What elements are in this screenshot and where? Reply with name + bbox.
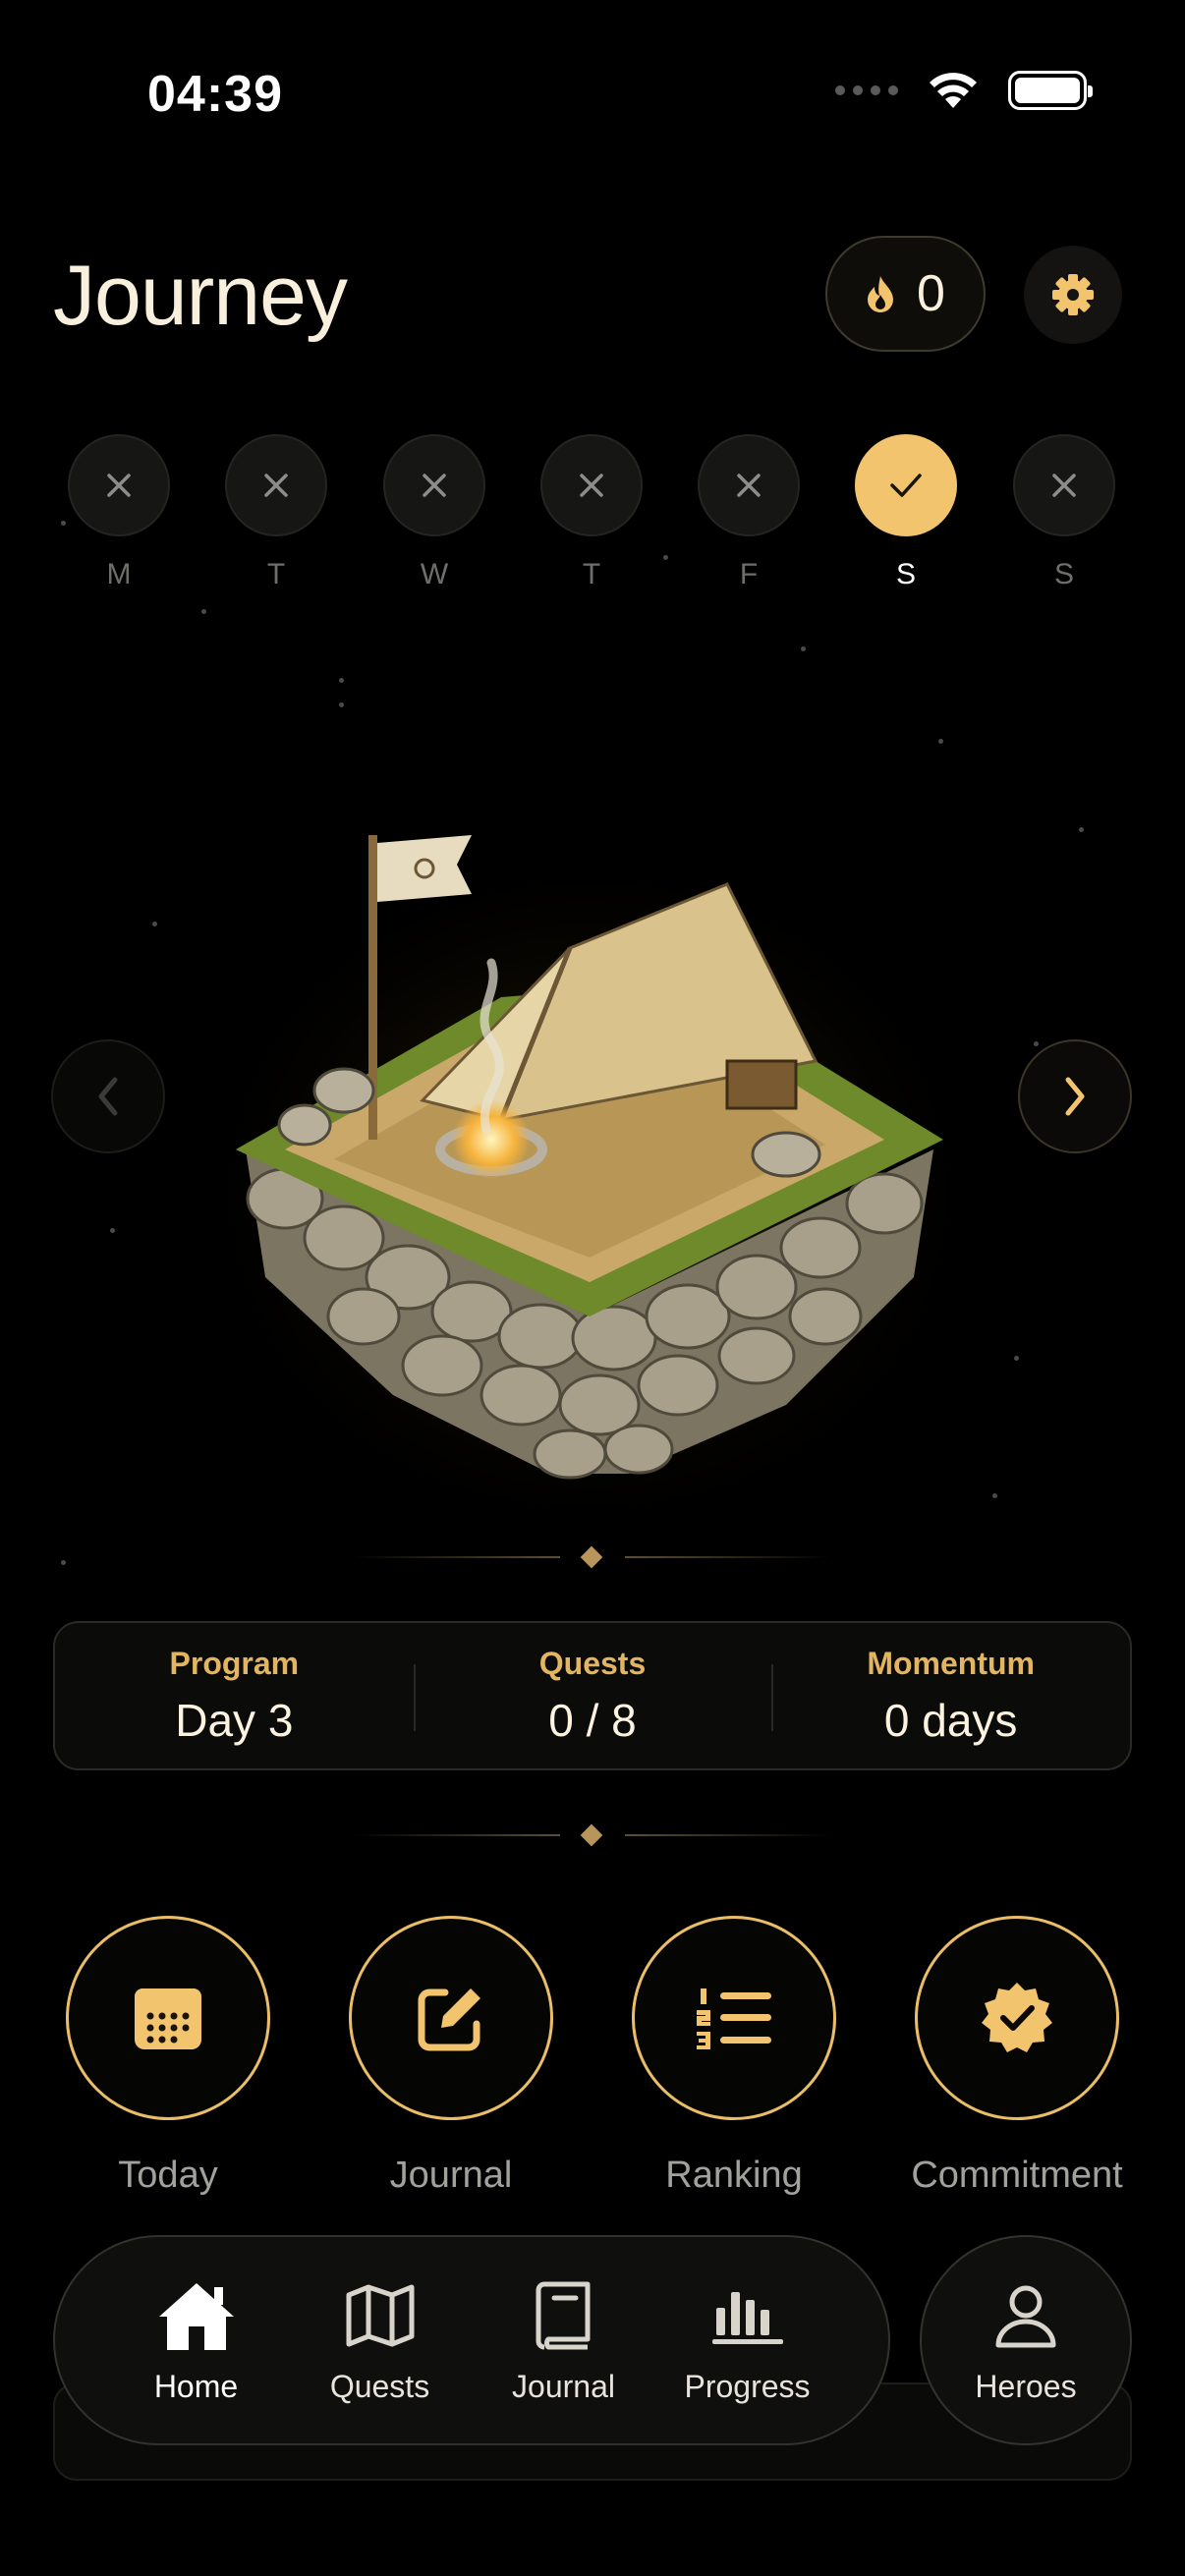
battery-icon: [1008, 71, 1093, 110]
day-status: [225, 434, 327, 536]
tab-quests[interactable]: Quests: [292, 2276, 469, 2405]
chevron-right-icon: [1065, 1077, 1085, 1116]
stats-panel: Program Day 3 Quests 0 / 8 Momentum 0 da…: [53, 1621, 1132, 1770]
page-title: Journey: [53, 249, 348, 343]
day-letter: T: [582, 558, 601, 590]
day-status: [540, 434, 643, 536]
day-monday[interactable]: M: [67, 434, 171, 591]
tab-journal[interactable]: Journal: [476, 2276, 652, 2405]
action-button[interactable]: [915, 1916, 1119, 2120]
action-journal[interactable]: Journal: [348, 1916, 554, 2197]
x-icon: [107, 474, 131, 497]
tab-label: Home: [153, 2368, 239, 2404]
day-thursday[interactable]: T: [539, 434, 644, 591]
stat-label: Quests: [538, 1645, 647, 1681]
stat-quests: Quests 0 / 8: [413, 1623, 772, 1768]
action-label: Journal: [389, 2155, 513, 2196]
action-label: Today: [118, 2155, 218, 2196]
x-icon: [1052, 474, 1076, 497]
stat-momentum: Momentum 0 days: [771, 1623, 1130, 1768]
action-today[interactable]: Today: [65, 1916, 271, 2197]
stat-value: 0 days: [883, 1694, 1018, 1746]
wifi-icon: [930, 73, 977, 108]
flame-icon: [868, 276, 894, 312]
day-letter: W: [420, 558, 449, 590]
tab-bar: Home Quests Journal Progress: [53, 2235, 890, 2445]
next-scene-button[interactable]: [1018, 1039, 1132, 1153]
x-icon: [737, 474, 761, 497]
verified-badge-icon: [982, 1983, 1052, 2052]
day-letter: S: [895, 558, 916, 590]
tab-label: Progress: [684, 2368, 811, 2404]
tab-label: Quests: [329, 2368, 430, 2404]
stat-value: Day 3: [175, 1694, 294, 1746]
action-ranking[interactable]: Ranking: [631, 1916, 837, 2197]
day-letter: T: [266, 558, 286, 590]
book-icon: [536, 2281, 590, 2349]
day-saturday[interactable]: S: [854, 434, 958, 591]
day-friday[interactable]: F: [697, 434, 801, 591]
action-button[interactable]: [66, 1916, 270, 2120]
day-letter: S: [1053, 558, 1074, 590]
tab-label: Journal: [512, 2368, 615, 2404]
tab-progress[interactable]: Progress: [659, 2276, 836, 2405]
day-status: [383, 434, 485, 536]
previous-scene-button[interactable]: [51, 1039, 165, 1153]
action-commitment[interactable]: Commitment: [911, 1916, 1123, 2197]
day-status: [698, 434, 800, 536]
action-label: Ranking: [665, 2155, 803, 2196]
status-time: 04:39: [147, 66, 283, 123]
person-icon: [995, 2285, 1056, 2347]
edit-icon: [418, 1988, 480, 2051]
status-icons: [835, 71, 1093, 110]
settings-button[interactable]: [1024, 246, 1122, 344]
x-icon: [580, 474, 603, 497]
day-status: [855, 434, 957, 536]
streak-pill[interactable]: 0: [825, 236, 986, 352]
tab-home[interactable]: Home: [108, 2276, 285, 2405]
action-button[interactable]: [632, 1916, 836, 2120]
day-letter: M: [106, 558, 132, 590]
x-icon: [423, 474, 446, 497]
stat-value: 0 / 8: [548, 1694, 637, 1746]
stat-label: Momentum: [867, 1645, 1035, 1681]
map-icon: [346, 2284, 414, 2346]
check-icon: [890, 474, 922, 497]
x-icon: [264, 474, 288, 497]
day-tuesday[interactable]: T: [224, 434, 328, 591]
gear-icon: [1052, 274, 1094, 315]
home-icon: [158, 2282, 234, 2350]
bar-chart-icon: [711, 2291, 783, 2344]
action-button[interactable]: [349, 1916, 553, 2120]
stat-program: Program Day 3: [55, 1623, 414, 1768]
camp-island-illustration: [187, 806, 992, 1513]
tab-label: Heroes: [975, 2368, 1077, 2404]
stat-label: Program: [169, 1645, 300, 1681]
ornament-divider: [354, 1823, 831, 1847]
day-letter: F: [739, 558, 759, 590]
chevron-left-icon: [98, 1077, 118, 1116]
day-wednesday[interactable]: W: [382, 434, 486, 591]
ranked-list-icon: [697, 1988, 771, 2049]
tab-heroes[interactable]: Heroes: [920, 2235, 1132, 2445]
day-sunday[interactable]: S: [1012, 434, 1116, 591]
action-label: Commitment: [911, 2155, 1123, 2196]
day-status: [1013, 434, 1115, 536]
cellular-signal-icon: [835, 85, 898, 95]
calendar-icon: [135, 1988, 201, 2049]
day-status: [68, 434, 170, 536]
ornament-divider: [354, 1545, 831, 1569]
streak-count: 0: [917, 265, 945, 322]
